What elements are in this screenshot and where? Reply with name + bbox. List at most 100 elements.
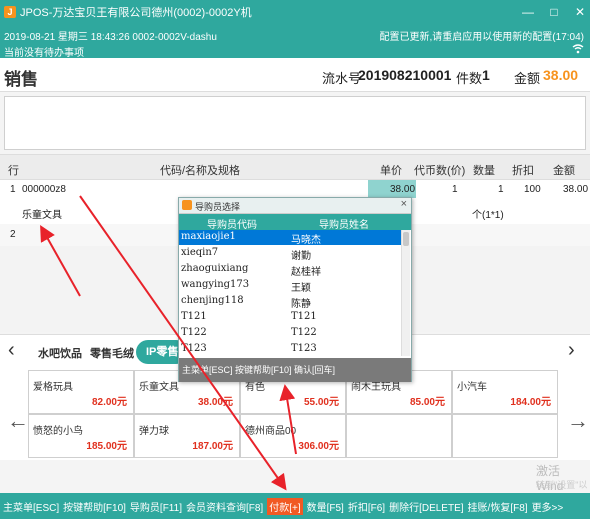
col-discount: 折扣 xyxy=(512,165,534,177)
guide-code: T123 xyxy=(181,343,207,354)
shortcut-help[interactable]: 按键帮助[F10] xyxy=(63,499,126,514)
guide-list-item[interactable]: maxiaojie1 马晓杰 xyxy=(179,230,401,246)
guide-list-scrollbar[interactable] xyxy=(401,230,410,356)
row-amount: 38.00 xyxy=(563,184,589,195)
guide-name: T121 xyxy=(291,311,317,322)
amount-value: 38.00 xyxy=(543,67,579,83)
row-discount: 100 xyxy=(524,184,541,195)
sale-header: 销售 流水号 201908210001 件数 1 金额 38.00 xyxy=(0,58,590,92)
product-name: 爱格玩具 xyxy=(33,382,73,393)
guide-code: T122 xyxy=(181,327,207,338)
category-next-icon[interactable]: › xyxy=(568,339,575,362)
dialog-titlebar: 导购员选择 × xyxy=(179,198,411,214)
guide-list-item[interactable]: T123 T123 xyxy=(179,342,401,357)
product-price: 85.00元 xyxy=(409,397,445,408)
shortcut-qty[interactable]: 数量[F5] xyxy=(307,499,344,514)
window-controls: — □ ✕ xyxy=(522,0,586,24)
scan-input[interactable] xyxy=(4,96,586,150)
activation-watermark-sub: 转到"设置"以 xyxy=(536,480,588,490)
product-name: 小汽车 xyxy=(457,382,487,393)
product-tile[interactable]: 弹力球 187.00元 xyxy=(134,414,240,458)
guide-list-item[interactable]: wangying173 王颖 xyxy=(179,278,401,294)
shortcut-more[interactable]: 更多>> xyxy=(532,499,564,514)
product-price: 184.00元 xyxy=(510,397,551,408)
product-price: 185.00元 xyxy=(86,441,127,452)
amount-label: 金额 xyxy=(514,71,541,86)
guide-list-item[interactable]: T121 T121 xyxy=(179,310,401,325)
col-guide-name: 导购员姓名 xyxy=(319,220,369,231)
product-tile[interactable]: 德州商品00 306.00元 xyxy=(240,414,346,458)
dialog-title: 导购员选择 xyxy=(195,202,241,212)
window-title: JPOS-万达宝贝王有限公司德州(0002)-0002Y机 xyxy=(20,7,252,19)
category-prev-icon[interactable]: ‹ xyxy=(8,339,15,362)
guide-code: wangying173 xyxy=(181,279,250,290)
guide-list-item[interactable]: T122 T122 xyxy=(179,326,401,341)
title-bar: J JPOS-万达宝贝王有限公司德州(0002)-0002Y机 — □ ✕ xyxy=(0,0,590,24)
guide-code: xieqin7 xyxy=(181,247,219,258)
table-header: 行 代码/名称及规格 单价 代币数(价) 数量 折扣 金额 xyxy=(0,154,590,180)
product-tile[interactable]: 愤怒的小鸟 185.00元 xyxy=(28,414,134,458)
page-title: 销售 xyxy=(4,70,38,89)
grid-next-icon[interactable]: → xyxy=(567,408,589,434)
guide-code: chenjing118 xyxy=(181,295,244,306)
dialog-footer-hint: 主菜单[ESC] 按键帮助[F10] 确认[回车] xyxy=(179,358,411,382)
config-notice: 配置已更新,请重启应用以使用新的配置(17:04) xyxy=(379,32,584,43)
row-qty: 1 xyxy=(498,184,504,195)
col-qty: 数量 xyxy=(473,165,495,177)
tab-water-bar[interactable]: 水吧饮品 xyxy=(38,345,82,361)
close-icon[interactable]: ✕ xyxy=(574,5,586,19)
guide-list-item[interactable]: xieqin7 谢勤 xyxy=(179,246,401,262)
row-price: 38.00 xyxy=(390,184,416,195)
row-token: 1 xyxy=(452,184,458,195)
shortcut-member-query[interactable]: 会员资料查询[F8] xyxy=(186,499,263,514)
tab-retail-plush[interactable]: 零售毛绒 xyxy=(90,345,134,361)
product-tile[interactable]: 爱格玩具 82.00元 xyxy=(28,370,134,414)
dialog-list-header: 导购员代码 导购员姓名 xyxy=(179,214,411,231)
guide-select-dialog: 导购员选择 × 导购员代码 导购员姓名 maxiaojie1 马晓杰 xieqi… xyxy=(178,197,412,382)
minimize-icon[interactable]: — xyxy=(522,5,534,19)
maximize-icon[interactable]: □ xyxy=(548,5,560,19)
guide-name: T123 xyxy=(291,343,317,354)
datetime-status: 2019-08-21 星期三 18:43:26 0002-0002V-dashu xyxy=(4,32,217,43)
guide-list-item[interactable]: zhaoguixiang 赵桂祥 xyxy=(179,262,401,278)
row-line: 2 xyxy=(10,229,16,240)
serial-label: 流水号 xyxy=(322,71,362,86)
col-amount: 金额 xyxy=(553,165,575,177)
dialog-close-icon[interactable]: × xyxy=(401,198,407,210)
shortcut-bar: 主菜单[ESC] 按键帮助[F10] 导购员[F11] 会员资料查询[F8] 付… xyxy=(0,493,590,519)
qty-label: 件数 xyxy=(456,71,483,86)
row-unit: 个(1*1) xyxy=(472,210,504,221)
shortcut-hold-restore[interactable]: 挂账/恢复[F8] xyxy=(468,499,528,514)
guide-list-item[interactable]: chenjing118 陈静 xyxy=(179,294,401,310)
product-name: 弹力球 xyxy=(139,426,169,437)
shortcut-guide[interactable]: 导购员[F11] xyxy=(130,499,182,514)
shortcut-discount[interactable]: 折扣[F6] xyxy=(348,499,385,514)
app-icon: J xyxy=(4,6,16,18)
row-name: 乐童文具 xyxy=(22,210,62,221)
serial-number: 201908210001 xyxy=(358,67,452,83)
col-guide-code: 导购员代码 xyxy=(207,220,257,231)
product-tile[interactable]: 小汽车 184.00元 xyxy=(452,370,558,414)
dialog-app-icon xyxy=(182,200,192,210)
col-price: 单价 xyxy=(380,165,402,177)
guide-name: 王颖 xyxy=(291,283,311,294)
product-price: 55.00元 xyxy=(303,397,339,408)
shortcut-pay[interactable]: 付款[+] xyxy=(267,497,303,515)
row-code: 000000z8 xyxy=(22,184,66,195)
guide-list: maxiaojie1 马晓杰 xieqin7 谢勤 zhaoguixiang 赵… xyxy=(179,230,401,356)
product-name: 乐童文具 xyxy=(139,382,179,393)
guide-name: 陈静 xyxy=(291,299,311,310)
scrollbar-thumb[interactable] xyxy=(403,232,409,246)
wifi-icon xyxy=(572,43,584,57)
product-tile-empty[interactable] xyxy=(452,414,558,458)
shortcut-main-menu[interactable]: 主菜单[ESC] xyxy=(3,499,59,514)
row-line: 1 xyxy=(10,184,16,195)
guide-name: 马晓杰 xyxy=(291,235,321,246)
shortcut-delete-row[interactable]: 删除行[DELETE] xyxy=(389,499,463,514)
col-token: 代币数(价) xyxy=(414,165,466,177)
task-status: 当前没有待办事项 xyxy=(4,48,84,59)
product-tile-empty[interactable] xyxy=(346,414,452,458)
guide-code: T121 xyxy=(181,311,207,322)
grid-prev-icon[interactable]: ← xyxy=(7,408,29,434)
col-code-name: 代码/名称及规格 xyxy=(160,165,241,177)
